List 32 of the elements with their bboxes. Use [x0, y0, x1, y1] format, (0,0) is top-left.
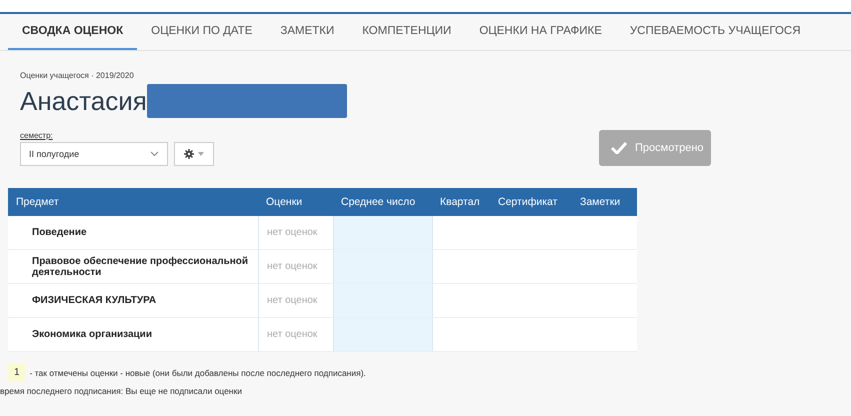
tab[interactable]: СВОДКА ОЦЕНОК: [8, 14, 138, 50]
legend-text: - так отмечены оценки - новые (они были добавлены после последнего подписания).: [30, 368, 366, 378]
settings-button[interactable]: [174, 142, 214, 166]
table-cell: [432, 318, 490, 352]
chevron-icon: [150, 151, 159, 157]
tab[interactable]: УСПЕВАЕМОСТЬ УЧАЩЕГОСЯ: [616, 14, 814, 50]
column-header: Сертификат: [490, 188, 572, 216]
tab[interactable]: КОМПЕТЕНЦИИ: [348, 14, 466, 50]
column-header: Оценки: [258, 188, 333, 216]
table-cell: нет оценок: [258, 250, 333, 284]
table-cell: [432, 216, 490, 250]
semester-select[interactable]: II полугодие: [20, 142, 168, 166]
student-name: Анастасия: [20, 86, 147, 116]
subtitle: Оценки учащегося · 2019/2020: [20, 71, 135, 80]
tab[interactable]: ОЦЕНКИ НА ГРАФИКЕ: [465, 14, 616, 50]
table-cell: нет оценок: [258, 284, 333, 318]
last-signed-text: время последнего подписания: Вы еще не подписали оценки: [0, 386, 243, 396]
table-cell: [432, 284, 490, 318]
column-header: Квартал: [432, 188, 490, 216]
table-cell: нет оценок: [258, 216, 333, 250]
table-cell: [432, 250, 490, 284]
column-header: Среднее число: [333, 188, 432, 216]
column-header: Заметки: [572, 188, 637, 216]
tab[interactable]: ОЦЕНКИ ПО ДАТЕ: [137, 14, 266, 50]
column-header: Предмет: [8, 188, 258, 216]
caret-icon: [198, 152, 204, 156]
table-cell: нет оценок: [258, 318, 333, 352]
settings-icon: [184, 149, 194, 159]
new-grade-sample: 1: [8, 364, 26, 381]
semester-label: семестр:: [20, 131, 54, 140]
check-icon: [611, 142, 627, 154]
tab[interactable]: ЗАМЕТКИ: [266, 14, 348, 50]
